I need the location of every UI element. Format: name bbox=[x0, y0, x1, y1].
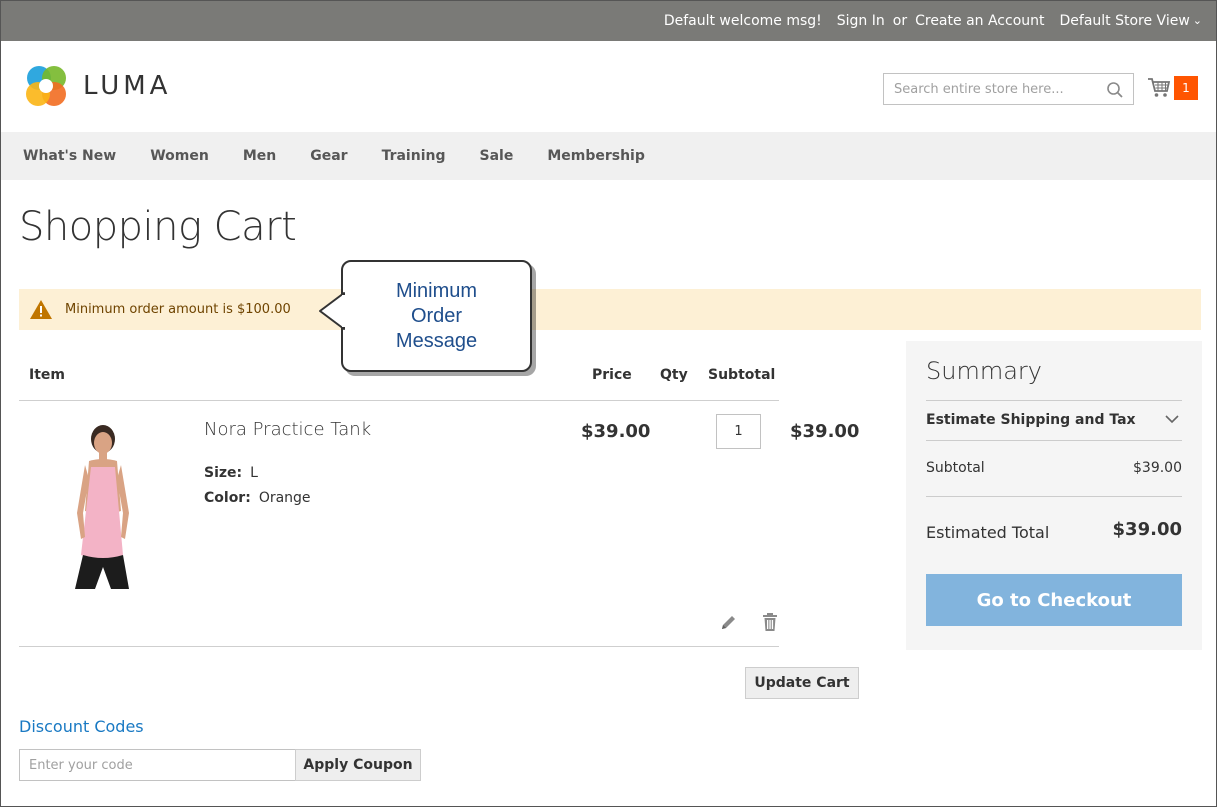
discount-codes-toggle[interactable]: Discount Codes bbox=[19, 717, 144, 736]
nav-item-whats-new[interactable]: What's New bbox=[23, 148, 116, 164]
or-text: or bbox=[892, 13, 908, 29]
search-input[interactable] bbox=[884, 74, 1099, 104]
product-option-color: Color: Orange bbox=[204, 490, 311, 506]
callout-line-2: Order bbox=[410, 304, 463, 327]
search-box bbox=[883, 73, 1134, 105]
message-text: Minimum order amount is $100.00 bbox=[65, 302, 291, 317]
go-to-checkout-button[interactable]: Go to Checkout bbox=[926, 574, 1182, 626]
table-header-divider bbox=[19, 400, 779, 401]
summary-divider bbox=[926, 440, 1182, 441]
chevron-down-icon[interactable] bbox=[1164, 411, 1180, 427]
column-header-qty: Qty bbox=[660, 367, 688, 383]
apply-coupon-button[interactable]: Apply Coupon bbox=[295, 749, 421, 781]
nav-item-men[interactable]: Men bbox=[243, 148, 276, 164]
option-label: Color: bbox=[204, 490, 251, 506]
callout-pointer bbox=[319, 292, 347, 330]
nav-item-training[interactable]: Training bbox=[382, 148, 446, 164]
brand-name: LUMA bbox=[83, 71, 172, 101]
page-title: Shopping Cart bbox=[19, 204, 297, 250]
option-label: Size: bbox=[204, 465, 243, 481]
create-account-link[interactable]: Create an Account bbox=[915, 13, 1044, 29]
column-header-item: Item bbox=[29, 367, 65, 383]
luma-logo-icon bbox=[26, 66, 66, 106]
product-image[interactable] bbox=[31, 421, 171, 589]
item-price: $39.00 bbox=[581, 421, 651, 442]
store-switcher-label: Default Store View bbox=[1059, 13, 1190, 29]
callout-line-1: Minimum bbox=[395, 279, 478, 302]
sign-in-link[interactable]: Sign In bbox=[837, 13, 885, 29]
option-value: Orange bbox=[258, 490, 311, 506]
summary-subtotal-value: $39.00 bbox=[1133, 460, 1182, 476]
store-switcher[interactable]: Default Store View ⌄ bbox=[1060, 13, 1203, 29]
order-summary: Summary Estimate Shipping and Tax Subtot… bbox=[906, 341, 1202, 650]
summary-divider bbox=[926, 400, 1182, 401]
main-navigation: What's New Women Men Gear Training Sale … bbox=[1, 132, 1216, 180]
column-header-price: Price bbox=[592, 367, 632, 383]
quantity-input[interactable] bbox=[716, 414, 761, 449]
edit-pencil-icon[interactable] bbox=[719, 612, 739, 632]
page-frame: Default welcome msg! Sign In or Create a… bbox=[0, 0, 1217, 807]
item-subtotal: $39.00 bbox=[790, 421, 860, 442]
estimate-shipping-toggle[interactable]: Estimate Shipping and Tax bbox=[926, 412, 1136, 428]
nav-item-sale[interactable]: Sale bbox=[479, 148, 513, 164]
coupon-code-input[interactable] bbox=[19, 749, 296, 781]
column-header-subtotal: Subtotal bbox=[708, 367, 776, 383]
update-cart-button[interactable]: Update Cart bbox=[745, 667, 859, 699]
nav-item-membership[interactable]: Membership bbox=[547, 148, 645, 164]
summary-subtotal-label: Subtotal bbox=[926, 460, 985, 476]
nav-item-gear[interactable]: Gear bbox=[310, 148, 347, 164]
summary-total-label: Estimated Total bbox=[926, 523, 1050, 542]
minimum-order-message: Minimum order amount is $100.00 bbox=[19, 289, 1201, 330]
nav-item-women[interactable]: Women bbox=[150, 148, 209, 164]
cart-icon bbox=[1148, 78, 1171, 97]
welcome-message: Default welcome msg! bbox=[663, 13, 822, 29]
callout-line-3: Message bbox=[395, 329, 478, 352]
table-row-divider bbox=[19, 646, 779, 647]
cart-counter-badge: 1 bbox=[1174, 76, 1198, 100]
callout-annotation: Minimum Order Message bbox=[341, 260, 532, 372]
summary-divider bbox=[926, 496, 1182, 497]
option-value: L bbox=[250, 465, 258, 481]
search-icon[interactable] bbox=[1106, 81, 1124, 99]
warning-icon bbox=[29, 299, 53, 320]
trash-icon[interactable] bbox=[760, 612, 780, 632]
header-links: Default welcome msg! Sign In or Create a… bbox=[664, 1, 1202, 41]
chevron-down-icon: ⌄ bbox=[1192, 14, 1202, 27]
summary-total-value: $39.00 bbox=[1112, 519, 1182, 540]
product-option-size: Size: L bbox=[204, 465, 258, 481]
top-panel: Default welcome msg! Sign In or Create a… bbox=[1, 1, 1216, 41]
summary-title: Summary bbox=[926, 357, 1042, 385]
minicart[interactable]: 1 bbox=[1147, 76, 1198, 100]
logo[interactable]: LUMA bbox=[23, 63, 171, 109]
product-name-link[interactable]: Nora Practice Tank bbox=[204, 419, 371, 440]
